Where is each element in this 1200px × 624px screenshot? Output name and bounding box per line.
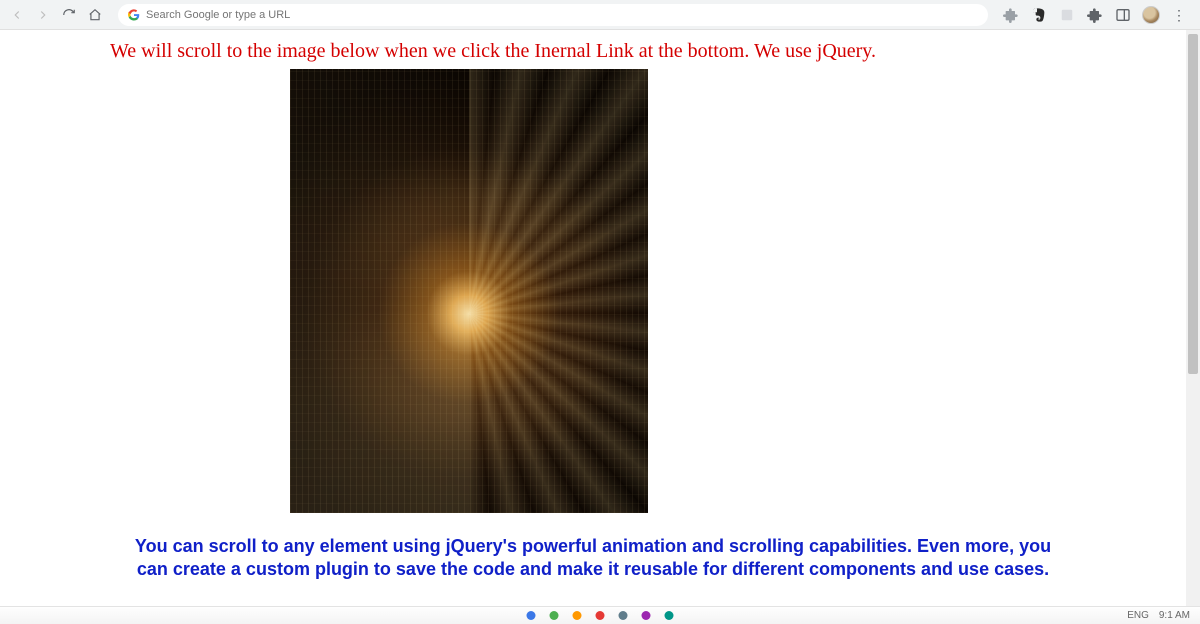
forward-button[interactable]	[34, 6, 52, 24]
side-panel-icon[interactable]	[1114, 6, 1132, 24]
toolbar-right-icons: ⋮	[1002, 6, 1188, 24]
light-installation-image	[290, 69, 648, 513]
page-viewport: We will scroll to the image below when w…	[0, 30, 1200, 606]
home-button[interactable]	[86, 6, 104, 24]
reload-button[interactable]	[60, 6, 78, 24]
taskbar-lang[interactable]: ENG	[1127, 610, 1149, 621]
extension-placeholder-icon[interactable]	[1058, 6, 1076, 24]
blue-paragraph: You can scroll to any element using jQue…	[123, 535, 1063, 580]
browser-toolbar: ⋮	[0, 0, 1200, 30]
omnibox-input[interactable]	[146, 9, 978, 21]
omnibox[interactable]	[118, 4, 988, 26]
extension-icon[interactable]	[1002, 6, 1020, 24]
scrollbar-thumb[interactable]	[1188, 34, 1198, 374]
google-g-icon	[128, 9, 140, 21]
extensions-puzzle-icon[interactable]	[1086, 6, 1104, 24]
profile-avatar[interactable]	[1142, 6, 1160, 24]
page-content: We will scroll to the image below when w…	[0, 30, 1186, 580]
taskbar-right: ENG 9:1 AM	[1127, 610, 1190, 621]
back-button[interactable]	[8, 6, 26, 24]
evernote-icon[interactable]	[1030, 6, 1048, 24]
chrome-menu-icon[interactable]: ⋮	[1170, 6, 1188, 24]
taskbar-time[interactable]: 9:1 AM	[1159, 610, 1190, 621]
os-taskbar: ENG 9:1 AM	[0, 606, 1200, 624]
image-container	[0, 69, 1186, 513]
vertical-scrollbar[interactable]	[1186, 30, 1200, 606]
taskbar-center-apps[interactable]	[527, 611, 674, 620]
red-heading: We will scroll to the image below when w…	[0, 40, 1186, 63]
